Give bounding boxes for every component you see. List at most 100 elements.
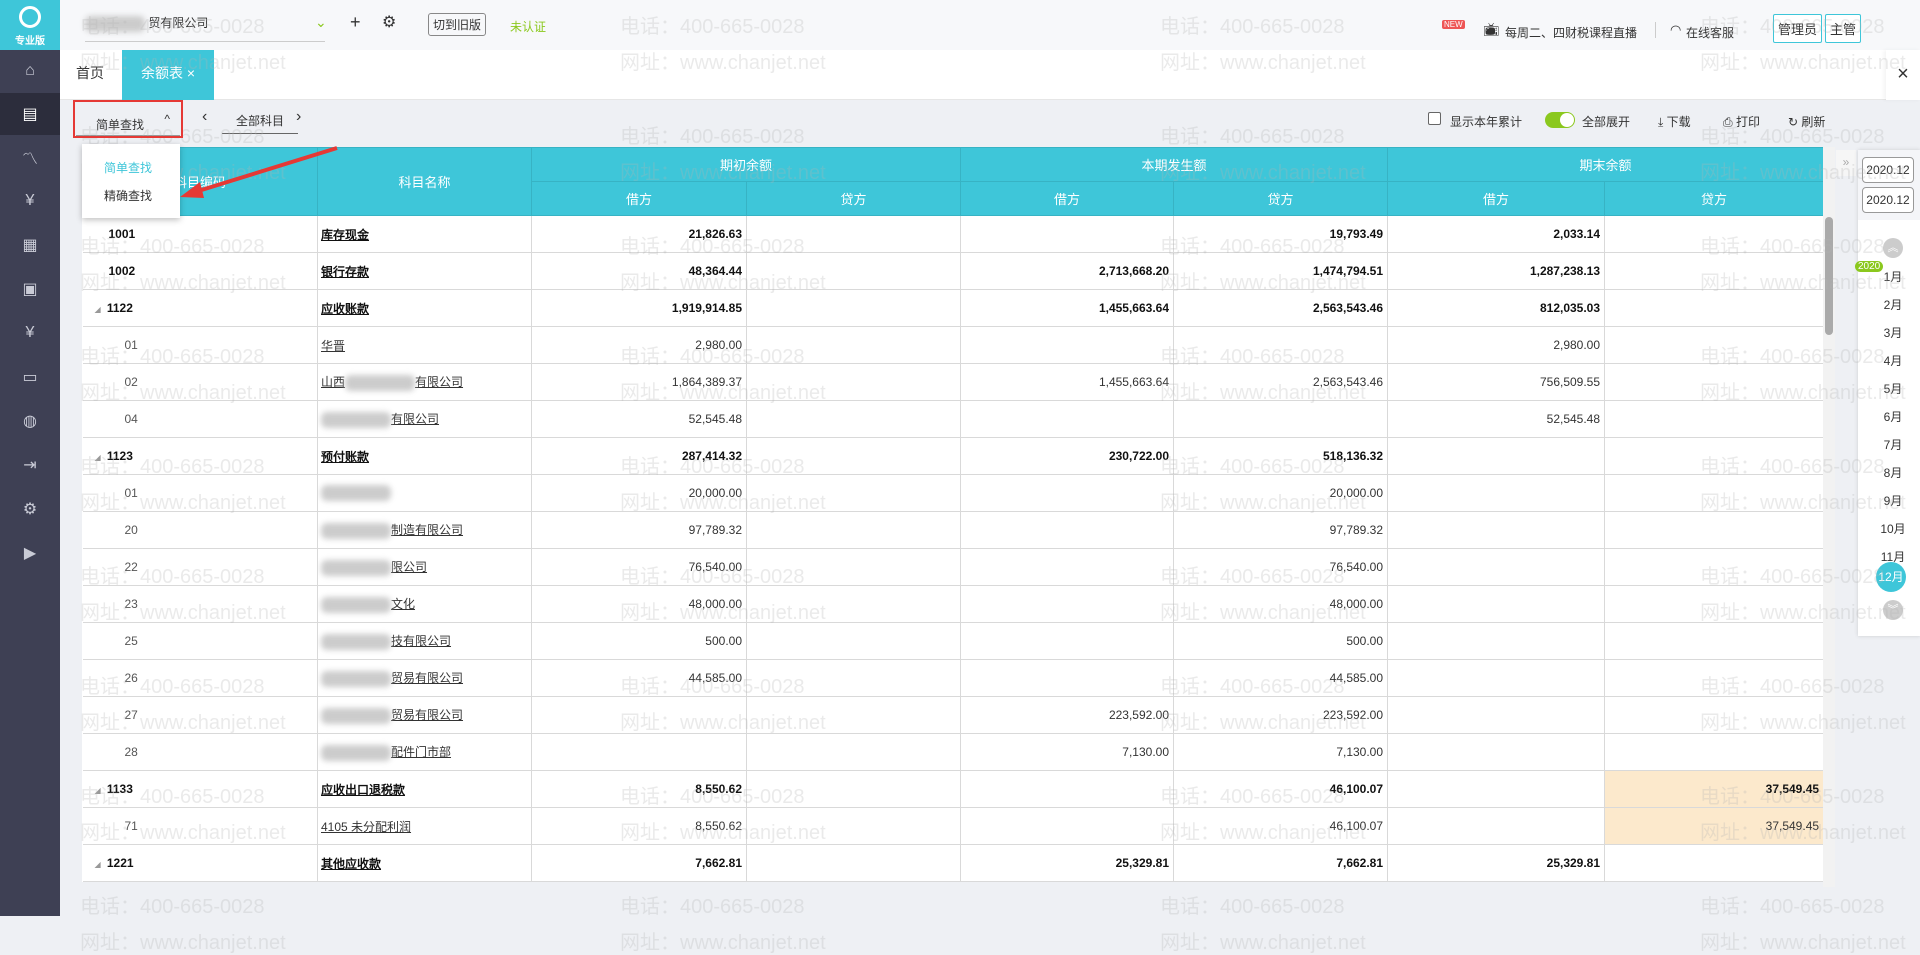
table-row[interactable]: 01 华晋 2,980.00 2,980.00 (82, 326, 1825, 364)
month-item[interactable]: 1月 (1876, 265, 1910, 289)
role-admin-button[interactable]: 管理员 (1773, 14, 1823, 43)
account-name[interactable]: 4105 未分配利润 (317, 807, 532, 845)
account-name[interactable]: 预付账款 (317, 437, 532, 475)
account-name[interactable]: 山西 有限公司 (317, 363, 532, 401)
month-item[interactable]: 12月 (1876, 562, 1906, 592)
expand-all-toggle[interactable] (1545, 112, 1575, 128)
month-item[interactable]: 10月 (1876, 517, 1910, 541)
video-icon[interactable]: ▶ (0, 532, 60, 574)
scroll-down-icon[interactable]: ︾ (1883, 600, 1903, 620)
scroll-up-icon[interactable]: ︽ (1883, 238, 1903, 258)
table-row[interactable]: ◢ 1122 应收账款 1,919,914.85 1,455,663.64 2,563,… (82, 289, 1825, 327)
cashier-icon[interactable]: ▭ (0, 356, 60, 398)
watermark-text: 电话：400-665-0028 (1700, 896, 1885, 918)
expand-triangle-icon[interactable]: ◢ (95, 786, 103, 795)
account-name[interactable]: 华晋 (317, 326, 532, 364)
table-row[interactable]: 71 4105 未分配利润 8,550.62 46,100.07 37,549.45 (82, 807, 1825, 845)
expand-triangle-icon[interactable]: ◢ (95, 305, 103, 314)
account-name[interactable]: 应收出口退税款 (317, 770, 532, 808)
tax-icon[interactable]: ◍ (0, 400, 60, 442)
table-row[interactable]: 27 贸易有限公司 223,592.00 223,592.00 (82, 696, 1825, 734)
expand-triangle-icon[interactable]: ◢ (95, 860, 103, 869)
download-button[interactable]: ⤓ 下载 (1658, 113, 1691, 130)
account-name[interactable]: 文化 (317, 585, 532, 623)
name-text[interactable]: 华晋 (321, 339, 345, 353)
name-text[interactable]: 预付账款 (321, 450, 369, 464)
name-text[interactable]: 应收出口退税款 (321, 783, 405, 797)
report-icon[interactable]: ▣ (0, 268, 60, 310)
period-end-input[interactable]: 2020.12 (1862, 187, 1914, 213)
name-text[interactable]: 贸易有限公司 (391, 708, 463, 722)
name-text[interactable]: 银行存款 (321, 265, 369, 279)
online-service-link[interactable]: 在线客服 (1686, 24, 1734, 41)
account-name[interactable]: 应收账款 (317, 289, 532, 327)
table-row[interactable]: 04 有限公司 52,545.48 52,545.48 (82, 400, 1825, 438)
account-name[interactable]: 贸易有限公司 (317, 696, 532, 734)
table-row[interactable]: 22 限公司 76,540.00 76,540.00 (82, 548, 1825, 586)
table-row[interactable]: 26 贸易有限公司 44,585.00 44,585.00 (82, 659, 1825, 697)
name-text[interactable]: 配件门市部 (391, 745, 451, 759)
name-text[interactable]: 其他应收款 (321, 857, 381, 871)
month-item[interactable]: 5月 (1876, 377, 1910, 401)
opening-credit-cell (746, 363, 962, 401)
table-row[interactable]: ◢ 1221 其他应收款 7,662.81 25,329.81 7,662.81 25,3… (82, 844, 1825, 882)
show-year-total-checkbox[interactable] (1428, 112, 1441, 125)
name-text[interactable]: 技有限公司 (391, 634, 451, 648)
month-item[interactable]: 3月 (1876, 321, 1910, 345)
closing-debit-cell (1387, 622, 1606, 660)
opening-credit-cell (746, 326, 962, 364)
period-start-input[interactable]: 2020.12 (1862, 157, 1914, 183)
account-name[interactable]: 其他应收款 (317, 844, 532, 882)
name-text[interactable]: 贸易有限公司 (391, 671, 463, 685)
account-name[interactable]: 限公司 (317, 548, 532, 586)
table-row[interactable]: 01 20,000.00 20,000.00 (82, 474, 1825, 512)
month-item[interactable]: 8月 (1876, 461, 1910, 485)
table-row[interactable]: ◢ 1133 应收出口退税款 8,550.62 46,100.07 37,549.45 (82, 770, 1825, 808)
account-name[interactable]: 银行存款 (317, 252, 532, 290)
name-text[interactable]: 4105 未分配利润 (321, 820, 411, 834)
month-item[interactable]: 7月 (1876, 433, 1910, 457)
name-text[interactable]: 有限公司 (415, 375, 463, 389)
month-item[interactable]: 6月 (1876, 405, 1910, 429)
month-item[interactable]: 4月 (1876, 349, 1910, 373)
account-name[interactable]: 配件门市部 (317, 733, 532, 771)
certification-status[interactable]: 未认证 (510, 18, 546, 35)
invoice-icon[interactable]: ¥ (0, 312, 60, 354)
account-name[interactable] (317, 474, 532, 512)
expand-triangle-icon[interactable]: ◢ (95, 453, 103, 462)
scrollbar-thumb[interactable] (1825, 217, 1833, 335)
collapse-panel-icon[interactable]: » (1836, 150, 1856, 176)
name-text[interactable]: 应收账款 (321, 302, 369, 316)
account-name[interactable]: 有限公司 (317, 400, 532, 438)
table-row[interactable]: 20 制造有限公司 97,789.32 97,789.32 (82, 511, 1825, 549)
month-item[interactable]: 2月 (1876, 293, 1910, 317)
table-row[interactable]: 25 技有限公司 500.00 500.00 (82, 622, 1825, 660)
refresh-button[interactable]: ↻ 刷新 (1788, 113, 1825, 130)
close-page-icon[interactable]: × (1886, 50, 1920, 100)
account-name[interactable]: 贸易有限公司 (317, 659, 532, 697)
name-text[interactable]: 文化 (391, 597, 415, 611)
account-name[interactable]: 技有限公司 (317, 622, 532, 660)
table-row[interactable]: ◢ 1123 预付账款 287,414.32 230,722.00 518,136.32 (82, 437, 1825, 475)
month-item[interactable]: 9月 (1876, 489, 1910, 513)
closing-credit-cell (1604, 511, 1825, 549)
table-row[interactable]: 02 山西 有限公司 1,864,389.37 1,455,663.64 2,563,54… (82, 363, 1825, 401)
switch-old-version-button[interactable]: 切到旧版 (428, 13, 487, 36)
print-button[interactable]: ⎙ 打印 (1723, 113, 1760, 130)
name-text[interactable]: 限公司 (391, 560, 427, 574)
period-credit-cell: 2,563,543.46 (1173, 363, 1389, 401)
vertical-scrollbar[interactable] (1823, 147, 1835, 887)
live-course-link[interactable]: 每周二、四财税课程直播 (1505, 24, 1637, 41)
name-text[interactable]: 有限公司 (391, 412, 439, 426)
closing-debit-cell (1387, 659, 1606, 697)
closing-debit-cell: 812,035.03 (1387, 289, 1606, 327)
name-text[interactable]: 制造有限公司 (391, 523, 463, 537)
transfer-icon[interactable]: ⇥ (0, 444, 60, 486)
settings-icon[interactable]: ⚙ (0, 488, 60, 530)
role-supervisor-button[interactable]: 主管 (1825, 14, 1862, 43)
account-name[interactable]: 制造有限公司 (317, 511, 532, 549)
code-text: 27 (124, 708, 138, 722)
table-row[interactable]: 1002 银行存款 48,364.44 2,713,668.20 1,474,794.5… (82, 252, 1825, 290)
table-row[interactable]: 23 文化 48,000.00 48,000.00 (82, 585, 1825, 623)
table-row[interactable]: 28 配件门市部 7,130.00 7,130.00 (82, 733, 1825, 771)
